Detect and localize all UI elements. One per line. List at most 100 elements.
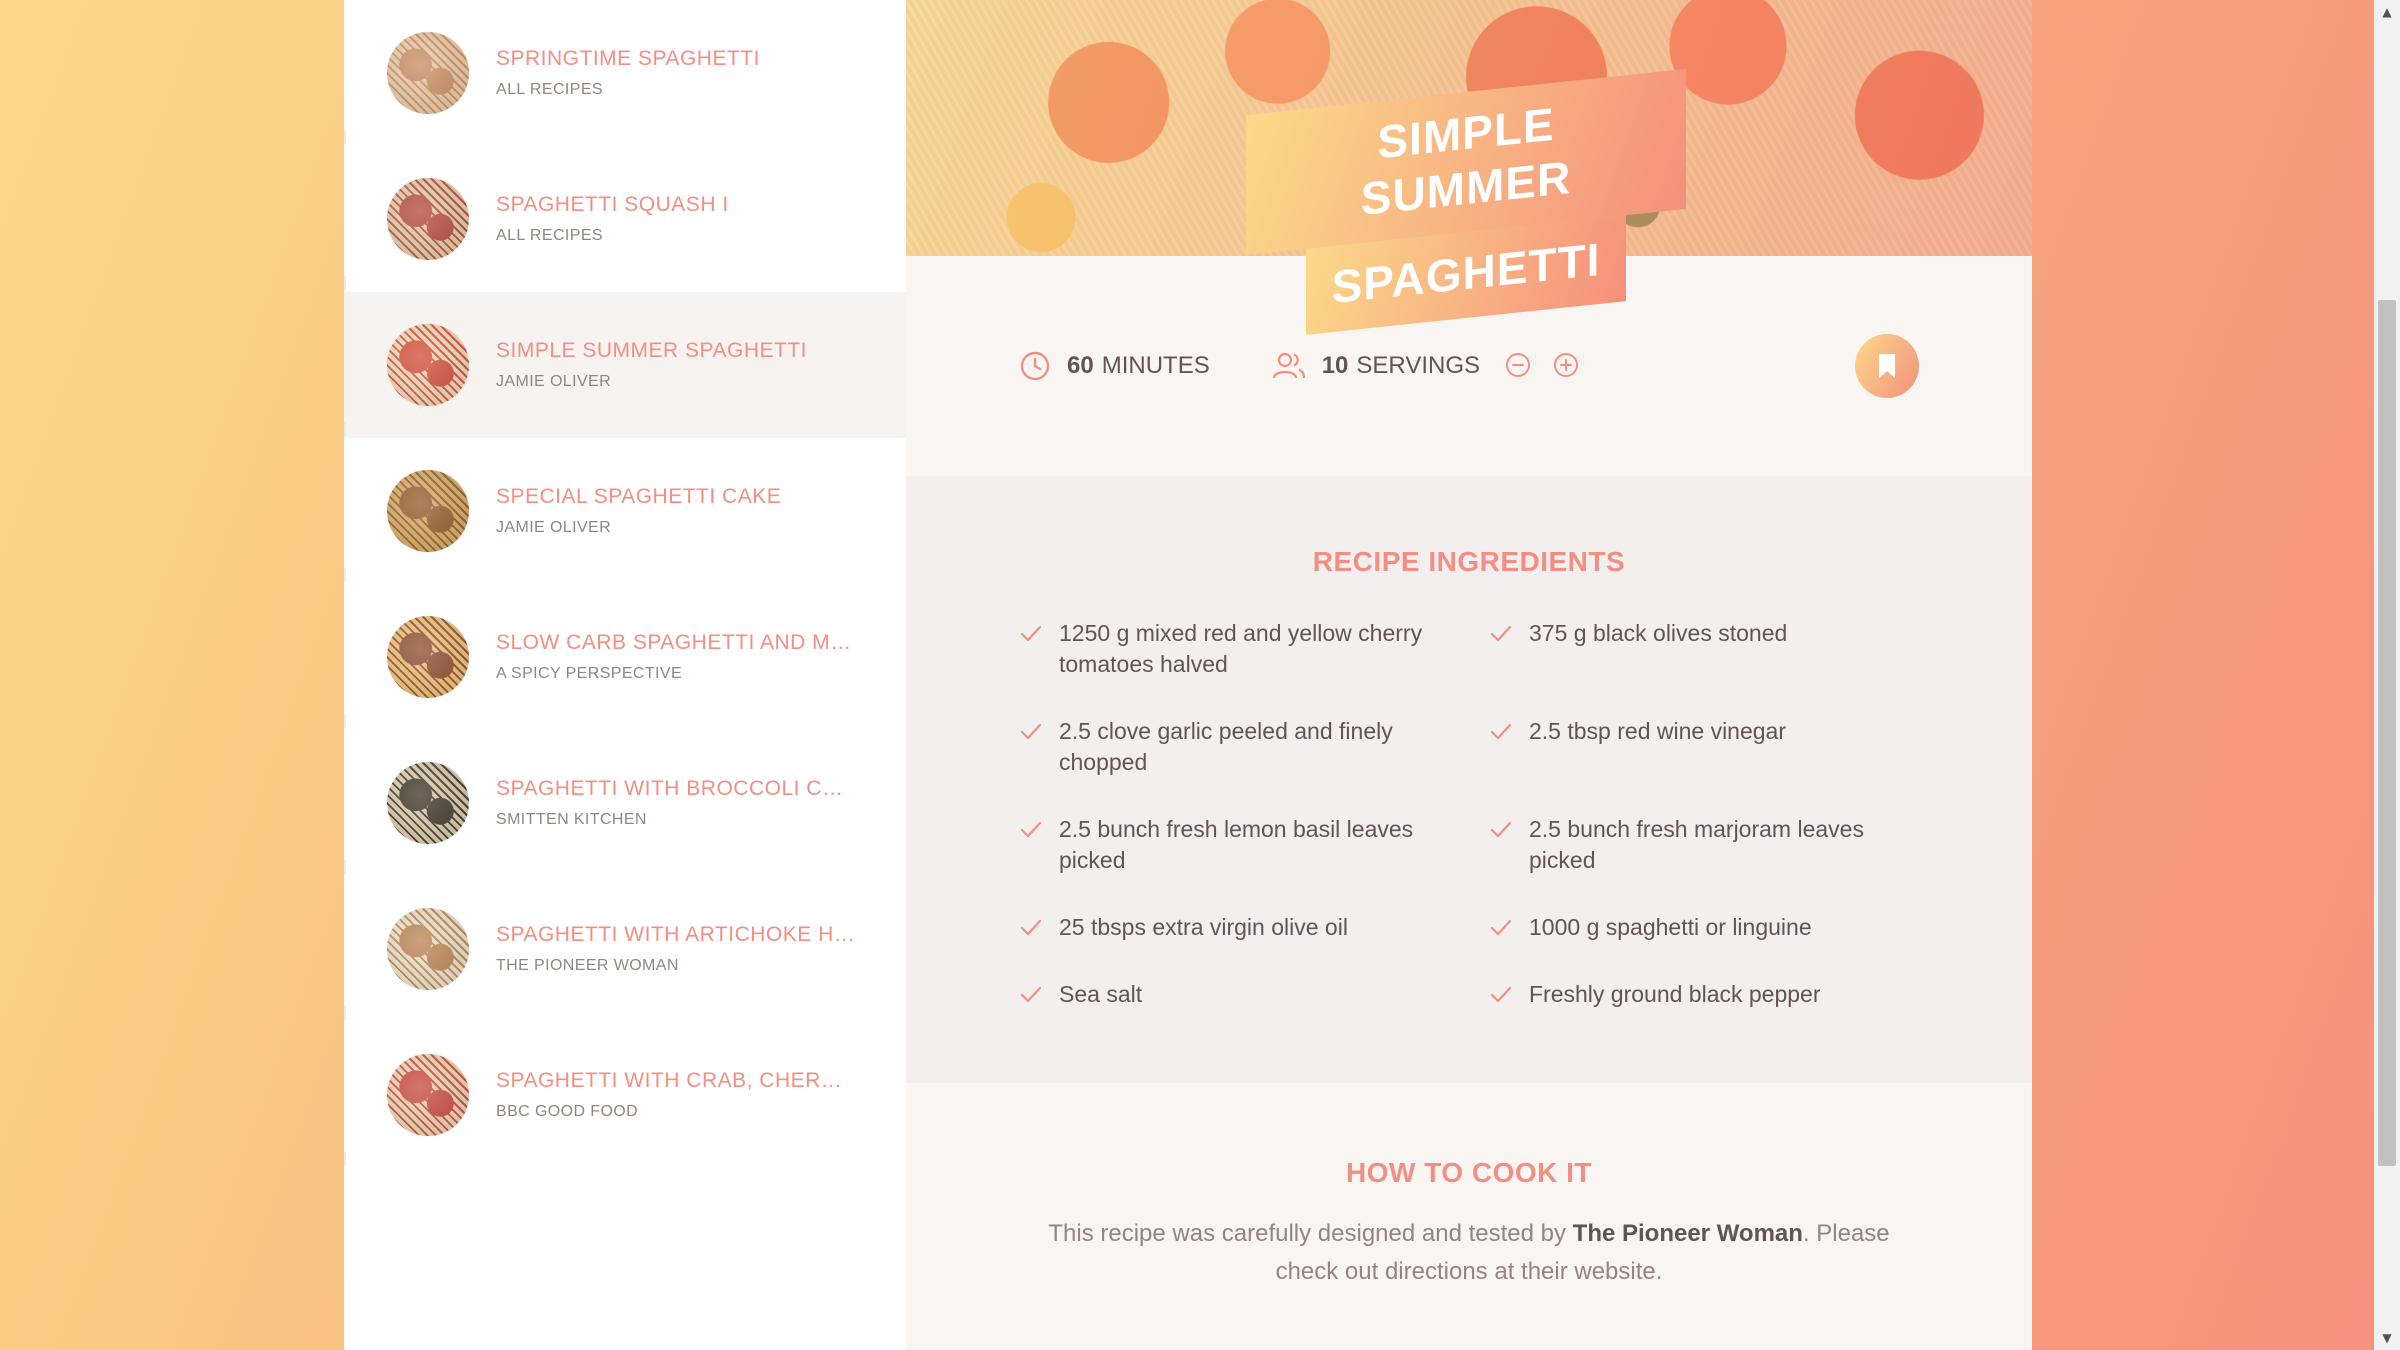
ingredient-quantity: 1000 [1529, 914, 1581, 940]
result-thumbnail [387, 177, 469, 260]
decrease-servings-button[interactable] [1504, 351, 1548, 382]
check-icon [1490, 821, 1512, 838]
result-item[interactable]: SPAGHETTI WITH ARTICHOKE HE... THE PIONEE… [344, 876, 906, 1022]
ingredient-quantity: 25 [1059, 914, 1085, 940]
ingredient-text: 375 g black olives stoned [1529, 618, 1909, 680]
result-title: SPAGHETTI WITH BROCCOLI CRE... [496, 776, 856, 800]
check-icon [1490, 986, 1512, 1003]
minutes-label: MINUTES [1101, 352, 1210, 379]
servings-controls [1500, 351, 1596, 382]
ingredient-item: 2.5 bunch fresh marjoram leaves picked [1489, 814, 1959, 876]
ingredient-item: 1000 g spaghetti or linguine [1489, 912, 1959, 943]
plus-circle-icon [1554, 352, 1579, 377]
ingredient-item: 1250 g mixed red and yellow cherry tomato… [1019, 618, 1489, 680]
servings-value: 10 [1321, 352, 1349, 379]
result-thumbnail [387, 31, 469, 114]
result-publisher: A SPICY PERSPECTIVE [496, 664, 683, 682]
check-icon [1020, 625, 1042, 642]
bookmark-button[interactable] [1855, 334, 1919, 398]
result-publisher: BBC GOOD FOOD [496, 1102, 639, 1120]
ingredient-description: g black olives stoned [1573, 620, 1788, 646]
result-publisher: ALL RECIPES [496, 226, 603, 244]
recipe-panel: SIMPLE SUMMER SPAGHETTI 60 MINUTES 10 SE… [906, 0, 2032, 1350]
ingredient-text: Freshly ground black pepper [1529, 979, 1909, 1010]
result-item[interactable]: SLOW CARB SPAGHETTI AND ME... A SPICY PER… [344, 584, 906, 730]
check-icon [1020, 986, 1042, 1003]
recipe-ingredients: RECIPE INGREDIENTS 1250 g mixed red and y… [906, 476, 2032, 1083]
ingredient-text: 2.5 bunch fresh marjoram leaves picked [1529, 814, 1909, 876]
recipe-title: SIMPLE SUMMER SPAGHETTI [1246, 68, 1686, 341]
recipe-time: 60 MINUTES [1019, 350, 1210, 382]
ingredient-quantity: 2.5 [1059, 718, 1091, 744]
ingredient-description: bunch fresh marjoram leaves picked [1529, 816, 1864, 873]
result-title: SLOW CARB SPAGHETTI AND ME... [496, 630, 856, 654]
result-item[interactable]: SPAGHETTI WITH CRAB, CHERRY ... BBC GOOD … [344, 1022, 906, 1168]
clock-icon [1020, 351, 1050, 381]
result-text: SPRINGTIME SPAGHETTI ALL RECIPES [496, 47, 856, 99]
result-title: SPAGHETTI SQUASH I [496, 192, 729, 216]
check-icon [1490, 919, 1512, 936]
ingredient-text: 2.5 bunch fresh lemon basil leaves picked [1059, 814, 1439, 876]
ingredient-quantity: 2.5 [1529, 718, 1561, 744]
check-icon [1490, 625, 1512, 642]
ingredient-quantity: 2.5 [1059, 816, 1091, 842]
result-title: SPAGHETTI WITH ARTICHOKE HE... [496, 922, 856, 946]
directions-heading: HOW TO COOK IT [1345, 1157, 1593, 1188]
ingredient-description: Freshly ground black pepper [1529, 981, 1821, 1007]
result-item[interactable]: SPRINGTIME SPAGHETTI ALL RECIPES [344, 0, 906, 146]
bookmark-icon [1879, 354, 1895, 378]
result-publisher: ALL RECIPES [496, 80, 603, 98]
result-thumbnail [387, 1053, 469, 1136]
recipe-directions: HOW TO COOK IT This recipe was carefully… [906, 1083, 2032, 1350]
check-icon [1020, 821, 1042, 838]
result-text: SLOW CARB SPAGHETTI AND ME... A SPICY PER… [496, 631, 856, 683]
users-icon [1272, 352, 1305, 379]
ingredient-description: tbsp red wine vinegar [1567, 718, 1786, 744]
scroll-up-arrow-icon[interactable]: ▲ [2374, 0, 2400, 24]
ingredient-quantity: 375 [1529, 620, 1568, 646]
result-thumbnail [387, 469, 469, 552]
result-text: SPAGHETTI WITH BROCCOLI CRE... SMITTEN KI… [496, 777, 856, 829]
result-text: SIMPLE SUMMER SPAGHETTI JAMIE OLIVER [496, 339, 856, 391]
result-title: SPECIAL SPAGHETTI CAKE [496, 484, 782, 508]
ingredient-item: 375 g black olives stoned [1489, 618, 1959, 680]
ingredient-description: tbsps extra virgin olive oil [1090, 914, 1348, 940]
increase-servings-button[interactable] [1552, 351, 1596, 382]
scrollbar-thumb[interactable] [2378, 300, 2396, 1166]
check-icon [1020, 919, 1042, 936]
result-item[interactable]: SPAGHETTI WITH BROCCOLI CRE... SMITTEN KI… [344, 730, 906, 876]
result-thumbnail [387, 761, 469, 844]
directions-text-before: This recipe was carefully designed and t… [1048, 1220, 1566, 1247]
result-title: SPAGHETTI WITH CRAB, CHERRY ... [496, 1068, 856, 1092]
check-icon [1020, 723, 1042, 740]
app-container: SPRINGTIME SPAGHETTI ALL RECIPES SPAGHETTI… [344, 0, 2032, 1350]
result-publisher: JAMIE OLIVER [496, 518, 612, 536]
ingredient-quantity: 1250 [1059, 620, 1111, 646]
result-publisher: JAMIE OLIVER [496, 372, 612, 390]
ingredient-list: 1250 g mixed red and yellow cherry tomato… [1019, 618, 2032, 1046]
result-thumbnail [387, 907, 469, 990]
result-text: SPECIAL SPAGHETTI CAKE JAMIE OLIVER [496, 485, 856, 537]
result-text: SPAGHETTI WITH ARTICHOKE HE... THE PIONEE… [496, 923, 856, 975]
ingredient-description: Sea salt [1059, 981, 1143, 1007]
ingredients-heading: RECIPE INGREDIENTS [1312, 546, 1626, 577]
page-scrollbar[interactable]: ▲ ▼ [2374, 0, 2400, 1350]
result-title: SPRINGTIME SPAGHETTI [496, 46, 760, 70]
servings-label: SERVINGS [1356, 352, 1481, 379]
search-results-list: SPRINGTIME SPAGHETTI ALL RECIPES SPAGHETTI… [344, 0, 906, 1350]
ingredient-quantity: 2.5 [1529, 816, 1561, 842]
result-item[interactable]: SIMPLE SUMMER SPAGHETTI JAMIE OLIVER [344, 292, 906, 438]
ingredient-text: 2.5 tbsp red wine vinegar [1529, 716, 1909, 778]
result-title: SIMPLE SUMMER SPAGHETTI [496, 338, 807, 362]
result-thumbnail [387, 615, 469, 698]
ingredient-item: 2.5 tbsp red wine vinegar [1489, 716, 1959, 778]
result-item[interactable]: SPECIAL SPAGHETTI CAKE JAMIE OLIVER [344, 438, 906, 584]
scroll-down-arrow-icon[interactable]: ▼ [2374, 1326, 2400, 1350]
result-thumbnail [387, 323, 469, 406]
check-icon [1490, 723, 1512, 740]
ingredient-item: 2.5 bunch fresh lemon basil leaves picked [1019, 814, 1489, 876]
result-item[interactable]: SPAGHETTI SQUASH I ALL RECIPES [344, 146, 906, 292]
ingredient-text: 1000 g spaghetti or linguine [1529, 912, 1909, 943]
result-publisher: SMITTEN KITCHEN [496, 810, 647, 828]
ingredient-text: Sea salt [1059, 979, 1439, 1010]
